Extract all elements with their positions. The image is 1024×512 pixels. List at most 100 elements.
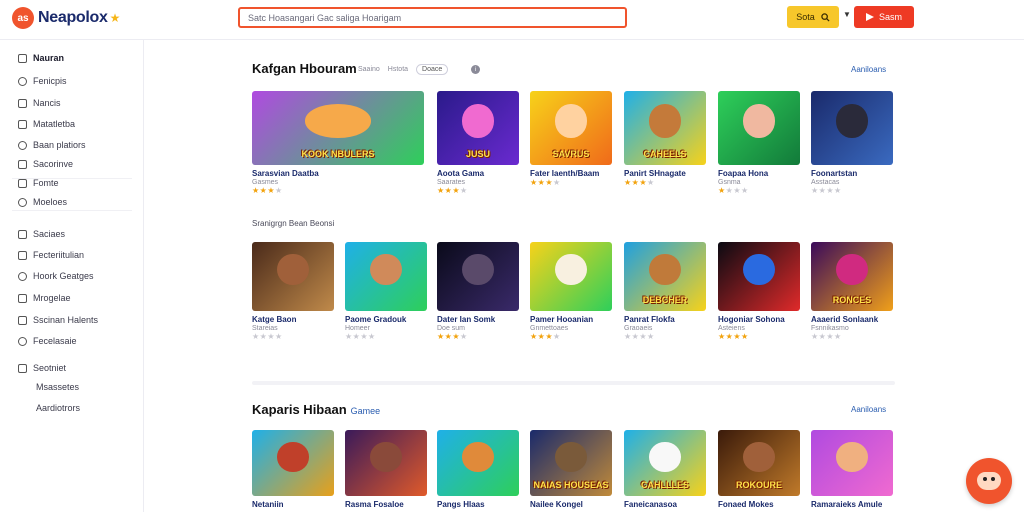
game-thumbnail[interactable] — [530, 242, 612, 311]
game-card[interactable]: CAHEELS Panirt SHnagate ★★★★ — [624, 91, 706, 187]
sidebar-item[interactable]: Nancis — [18, 95, 61, 111]
gift-icon — [18, 293, 27, 303]
game-card[interactable]: DEBCHER Panrat Flokfa Graoaeis ★★★★ — [624, 242, 706, 341]
game-card[interactable]: Foapaa Hona Gsnma ★★★★ — [718, 91, 800, 195]
game-thumbnail[interactable]: RONCES — [811, 242, 893, 311]
search-input[interactable] — [238, 7, 627, 28]
game-thumbnail[interactable] — [437, 430, 519, 496]
game-title[interactable]: Sarasvian Daatba — [252, 169, 424, 178]
game-card[interactable]: RONCES Aaaerid Sonlaank Fsnnikasmo ★★★★ — [811, 242, 893, 341]
game-title[interactable]: Fater Iaenth/Baam — [530, 169, 612, 178]
game-thumbnail[interactable]: ROKOURE — [718, 430, 800, 496]
game-thumbnail[interactable] — [345, 242, 427, 311]
sidebar-item[interactable]: Matatletba — [18, 116, 75, 132]
sidebar-item[interactable]: Baan platiors — [18, 137, 86, 153]
game-title[interactable]: Rasma Fosaloe — [345, 500, 427, 509]
game-title[interactable]: Fonaed Mokes — [718, 500, 800, 509]
sidebar-subitem[interactable]: Aardiotrors — [36, 403, 80, 413]
sidebar-item[interactable]: Moeloes — [18, 194, 67, 210]
game-thumbnail[interactable] — [718, 91, 800, 165]
see-all-link-1[interactable]: Aaniloans — [851, 65, 886, 74]
game-card[interactable]: Pangs Hlaas — [437, 430, 519, 509]
filter-chip[interactable]: Doace — [416, 64, 449, 75]
game-card[interactable]: KOOK NBULERS Sarasvian Daatba Gasmes ★★★★ — [252, 91, 424, 195]
sidebar-item[interactable]: Sacorinve — [18, 156, 73, 172]
game-title[interactable]: Pangs Hlaas — [437, 500, 519, 509]
game-card[interactable]: ROKOURE Fonaed Mokes — [718, 430, 800, 509]
meta-label: Saaino — [358, 66, 380, 73]
game-thumbnail[interactable]: DEBCHER — [624, 242, 706, 311]
game-title[interactable]: Pamer Hooanian — [530, 315, 612, 324]
character-image — [370, 254, 402, 286]
game-title[interactable]: Netaniin — [252, 500, 334, 509]
game-title[interactable]: Foapaa Hona — [718, 169, 800, 178]
game-title[interactable]: Paome Gradouk — [345, 315, 427, 324]
game-card[interactable]: NAIAS HOUSEAS Nailee Kongel — [530, 430, 612, 509]
game-card[interactable]: JUSU Aoota Gama Saarates ★★★★ — [437, 91, 519, 195]
game-card[interactable]: SAVRUS Fater Iaenth/Baam ★★★★ — [530, 91, 612, 187]
character-image — [836, 254, 868, 286]
settings-icon — [18, 159, 27, 169]
game-title[interactable]: Hogoniar Sohona — [718, 315, 800, 324]
game-thumbnail[interactable]: JUSU — [437, 91, 519, 165]
game-title[interactable]: Katge Baon — [252, 315, 334, 324]
sidebar-item[interactable]: Seotniet — [18, 360, 66, 376]
star-icon: ★ — [733, 186, 742, 195]
game-card[interactable]: Ramaraieks Amule — [811, 430, 893, 509]
game-card[interactable]: CAHLLLES Faneicanasoa — [624, 430, 706, 509]
sidebar-item[interactable]: Fenicpis — [18, 73, 67, 89]
rating-stars: ★★★★ — [530, 333, 612, 341]
game-title[interactable]: Dater Ian Somk — [437, 315, 519, 324]
site-logo[interactable]: as Neapolox ★ — [12, 6, 120, 30]
game-card[interactable]: Rasma Fosaloe — [345, 430, 427, 509]
game-thumbnail[interactable]: SAVRUS — [530, 91, 612, 165]
game-thumbnail[interactable] — [252, 430, 334, 496]
star-icon: ★ — [624, 332, 632, 341]
sidebar-item[interactable]: Fecelasaie — [18, 333, 77, 349]
game-card[interactable]: Hogoniar Sohona Asteiens ★★★★ — [718, 242, 800, 341]
star-icon: ★ — [553, 332, 561, 341]
sidebar-item[interactable]: Hoork Geatges — [18, 268, 94, 284]
game-card[interactable]: Foonartstan Asstacas ★★★★ — [811, 91, 893, 195]
game-thumbnail[interactable] — [437, 242, 519, 311]
sidebar-item[interactable]: Mrogelae — [18, 290, 71, 306]
section-tag[interactable]: Gamee — [351, 406, 381, 416]
game-thumbnail[interactable]: NAIAS HOUSEAS — [530, 430, 612, 496]
info-icon[interactable]: i — [471, 65, 480, 74]
sidebar-item[interactable]: Saciaes — [18, 226, 65, 242]
game-thumbnail[interactable] — [718, 242, 800, 311]
rating-stars: ★★★★ — [811, 333, 893, 341]
game-card[interactable]: Netaniin — [252, 430, 334, 509]
bookmark-icon — [18, 336, 27, 346]
game-thumbnail[interactable]: KOOK NBULERS — [252, 91, 424, 165]
game-title[interactable]: Aoota Gama — [437, 169, 519, 178]
see-all-link-2[interactable]: Aaniloans — [851, 405, 886, 414]
game-thumbnail[interactable] — [811, 430, 893, 496]
game-thumbnail[interactable] — [811, 91, 893, 165]
mascot-chat-button[interactable] — [966, 458, 1012, 504]
signin-button[interactable]: Sota — [787, 6, 839, 28]
game-title[interactable]: Aaaerid Sonlaank — [811, 315, 893, 324]
game-card[interactable]: Pamer Hooanian Gnmettoaes ★★★★ — [530, 242, 612, 341]
game-thumbnail[interactable] — [345, 430, 427, 496]
game-thumbnail[interactable]: CAHEELS — [624, 91, 706, 165]
game-title[interactable]: Foonartstan — [811, 169, 893, 178]
game-title[interactable]: Panirt SHnagate — [624, 169, 706, 178]
star-icon: ★ — [545, 178, 554, 187]
game-card[interactable]: Katge Baon Stareias ★★★★ — [252, 242, 334, 341]
sidebar-item[interactable]: Nauran — [18, 50, 64, 66]
game-title[interactable]: Ramaraieks Amule — [811, 500, 893, 509]
game-title[interactable]: Panrat Flokfa — [624, 315, 706, 324]
game-thumbnail[interactable] — [252, 242, 334, 311]
sidebar-subitem[interactable]: Msassetes — [36, 382, 79, 392]
game-card[interactable]: Dater Ian Somk Doe sum ★★★★ — [437, 242, 519, 341]
chevron-down-icon[interactable]: ▼ — [843, 10, 851, 19]
game-title[interactable]: Nailee Kongel — [530, 500, 612, 509]
sidebar-item[interactable]: Fecteriitulian — [18, 247, 84, 263]
sidebar-item[interactable]: Sscinan Halents — [18, 312, 98, 328]
section-meta-1: Saaino Hstota Doace — [358, 64, 449, 75]
game-thumbnail[interactable]: CAHLLLES — [624, 430, 706, 496]
game-card[interactable]: Paome Gradouk Homeer ★★★★ — [345, 242, 427, 341]
play-button[interactable]: Sasm — [854, 6, 914, 28]
game-title[interactable]: Faneicanasoa — [624, 500, 706, 509]
